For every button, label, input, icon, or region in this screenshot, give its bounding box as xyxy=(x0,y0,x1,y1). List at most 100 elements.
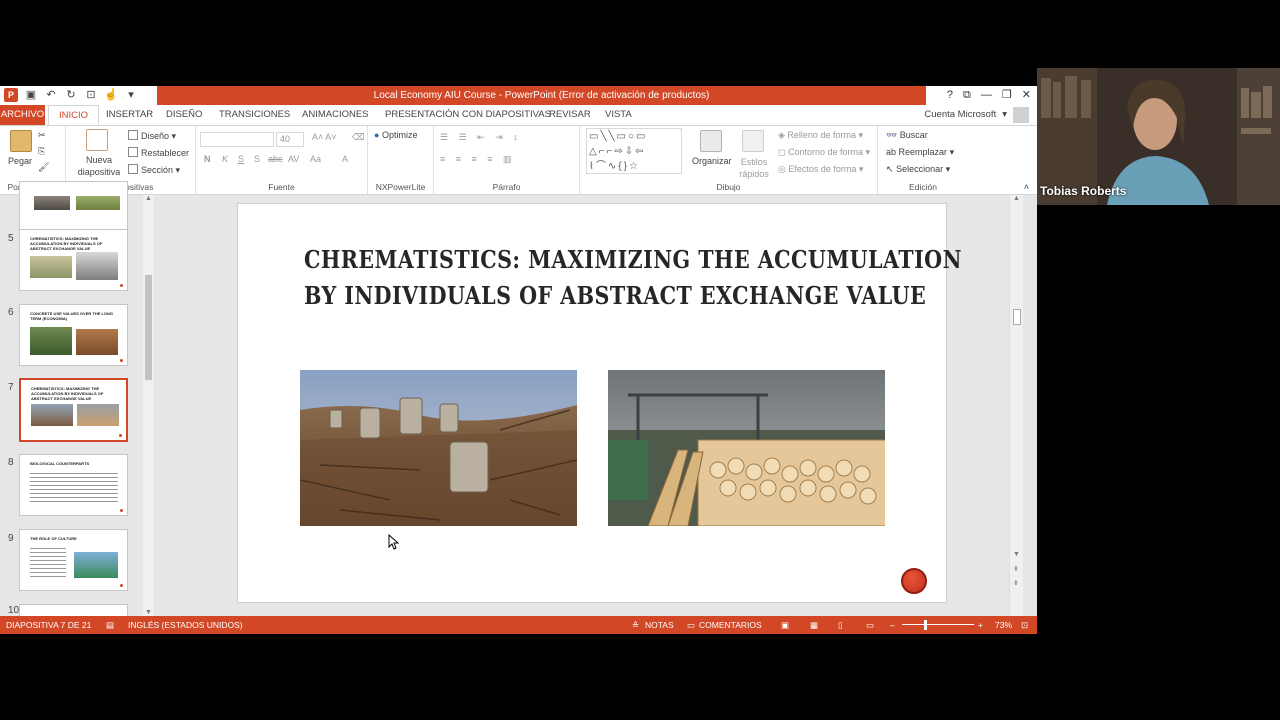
spellcheck-icon[interactable]: ▤ xyxy=(106,616,114,634)
repeat-icon[interactable]: ↻ xyxy=(64,88,78,102)
tab-diseno[interactable]: DISEÑO xyxy=(166,105,202,125)
reset-button[interactable]: Restablecer xyxy=(128,147,189,158)
tab-animaciones[interactable]: ANIMACIONES xyxy=(302,105,369,125)
shape-outline-label: Contorno de forma xyxy=(787,147,864,157)
comments-button[interactable]: COMENTARIOS xyxy=(699,616,762,634)
quick-styles-icon[interactable] xyxy=(742,130,764,152)
shadow-button[interactable]: S xyxy=(254,154,260,164)
font-name-box[interactable] xyxy=(200,132,274,147)
tab-archivo[interactable]: ARCHIVO xyxy=(0,105,45,125)
next-slide-icon[interactable]: ⇟ xyxy=(1013,579,1019,587)
italic-button[interactable]: K xyxy=(222,154,228,164)
tab-revisar[interactable]: REVISAR xyxy=(549,105,591,125)
new-slide-icon[interactable] xyxy=(86,129,108,151)
clear-format-icon[interactable]: ⌫ xyxy=(352,132,365,143)
list-buttons[interactable]: ☰ ☰ ⇤ ⇥ ↕ xyxy=(440,132,522,143)
copy-icon[interactable]: ⎘ xyxy=(38,146,45,157)
slide-thumbnail-9[interactable]: THE ROLE OF CULTURE xyxy=(19,529,128,591)
collapse-ribbon-icon[interactable]: ˄ xyxy=(1024,182,1029,192)
slide-image-clearcut[interactable] xyxy=(300,370,577,526)
shape-outline-button[interactable]: ◻ Contorno de forma ▾ xyxy=(778,147,870,158)
align-buttons[interactable]: ≡ ≡ ≡ ≡ ▥ xyxy=(440,154,516,165)
spacing-button[interactable]: AV xyxy=(288,154,299,164)
tab-inicio[interactable]: INICIO xyxy=(48,105,100,125)
slide-thumbnail-8[interactable]: BIOLOGICAL COUNTERPARTS xyxy=(19,454,128,516)
paste-icon[interactable] xyxy=(10,130,32,152)
new-slide-button[interactable]: Nueva diapositiva xyxy=(74,154,124,178)
zoom-slider-thumb[interactable] xyxy=(924,620,927,630)
font-color-button[interactable]: A xyxy=(342,154,348,164)
thumbnails-scrollbar[interactable]: ▲ ▼ xyxy=(143,195,154,616)
slide-title[interactable]: CHREMATISTICS: MAXIMIZING THE ACCUMULATI… xyxy=(304,242,961,314)
replace-button[interactable]: ab Reemplazar ▾ xyxy=(886,147,954,158)
tab-presentacion[interactable]: PRESENTACIÓN CON DIAPOSITIVAS xyxy=(385,105,551,125)
reading-view-icon[interactable]: ▯ xyxy=(838,616,843,634)
scroll-down-icon[interactable]: ▼ xyxy=(145,609,152,616)
format-painter-icon[interactable]: 🖌 xyxy=(38,162,49,173)
start-from-beginning-icon[interactable]: ⊡ xyxy=(84,88,98,102)
slide-thumbnail-6[interactable]: CONCRETE USE VALUES OVER THE LONG TERM (… xyxy=(19,304,128,366)
optimize-label: Optimize xyxy=(381,130,418,140)
scroll-up-icon[interactable]: ▲ xyxy=(1013,195,1020,202)
find-button[interactable]: 👓 Buscar xyxy=(886,130,928,141)
change-case-button[interactable]: Aa xyxy=(310,154,321,164)
help-button[interactable]: ? xyxy=(947,87,953,104)
touch-mode-icon[interactable]: ☝ xyxy=(104,88,118,102)
zoom-slider[interactable] xyxy=(902,624,974,625)
account-area[interactable]: Cuenta Microsoft ▾ xyxy=(924,105,1029,125)
thumb-marker xyxy=(120,509,123,512)
slideshow-icon[interactable]: ▭ xyxy=(866,616,874,634)
account-label[interactable]: Cuenta Microsoft xyxy=(924,105,996,125)
scroll-down-icon[interactable]: ▼ xyxy=(1013,551,1020,558)
optimize-icon: ● xyxy=(374,130,380,140)
slide-sorter-icon[interactable]: ▦ xyxy=(810,616,818,634)
font-size-box[interactable]: 40 xyxy=(276,132,304,147)
close-button[interactable]: ✕ xyxy=(1022,87,1031,104)
language-indicator[interactable]: INGLÉS (ESTADOS UNIDOS) xyxy=(128,616,243,634)
paste-button[interactable]: Pegar xyxy=(8,156,32,166)
previous-slide-icon[interactable]: ⇞ xyxy=(1013,565,1019,573)
minimize-button[interactable]: — xyxy=(981,87,992,104)
normal-view-icon[interactable]: ▣ xyxy=(781,616,789,634)
shapes-gallery[interactable]: ▭╲╲▭○▭ △⌐⌐⇨⇩⇦ ⌇⌒∿{}☆ xyxy=(586,128,682,174)
record-indicator-icon[interactable] xyxy=(901,568,927,594)
notes-button[interactable]: NOTAS xyxy=(645,616,674,634)
layout-button[interactable]: Diseño ▾ xyxy=(128,130,176,142)
slide-thumbnail-7[interactable]: CHREMATISTICS: MAXIMIZING THE ACCUMULATI… xyxy=(19,378,128,442)
scrollbar-thumb[interactable] xyxy=(1013,309,1021,325)
select-button[interactable]: ↖ Seleccionar ▾ xyxy=(886,164,950,175)
tab-insertar[interactable]: INSERTAR xyxy=(106,105,153,125)
customize-qat-icon[interactable]: ▾ xyxy=(124,88,138,102)
shape-fill-button[interactable]: ◈ Relleno de forma ▾ xyxy=(778,130,863,141)
zoom-level[interactable]: 73% xyxy=(995,616,1012,634)
tab-transiciones[interactable]: TRANSICIONES xyxy=(219,105,290,125)
optimize-button[interactable]: ● Optimize xyxy=(374,130,417,140)
tab-vista[interactable]: VISTA xyxy=(605,105,632,125)
quick-styles-button[interactable]: Estilos rápidos xyxy=(734,156,774,180)
arrange-icon[interactable] xyxy=(700,130,722,152)
thumb-title: BIOLOGICAL COUNTERPARTS xyxy=(30,461,90,466)
slide-thumbnail-5[interactable]: CHREMATISTICS: MAXIMIZING THE ACCUMULATI… xyxy=(19,229,128,291)
scrollbar-thumb[interactable] xyxy=(145,275,152,380)
underline-button[interactable]: S xyxy=(238,154,244,164)
undo-icon[interactable]: ↶ xyxy=(44,88,58,102)
ribbon-display-button[interactable]: ⧉ xyxy=(963,87,971,104)
group-edicion: 👓 Buscar ab Reemplazar ▾ ↖ Seleccionar ▾… xyxy=(878,126,968,194)
slide-image-sawmill[interactable] xyxy=(608,370,885,526)
maximize-button[interactable]: ❐ xyxy=(1002,87,1012,104)
bold-button[interactable]: N xyxy=(204,154,211,164)
strikethrough-button[interactable]: abc xyxy=(268,154,283,164)
scroll-up-icon[interactable]: ▲ xyxy=(145,195,152,202)
grow-font-icon[interactable]: A˄ A˅ xyxy=(312,132,337,142)
zoom-out-icon[interactable]: – xyxy=(890,616,895,634)
section-button[interactable]: Sección ▾ xyxy=(128,164,180,176)
save-icon[interactable]: ▣ xyxy=(24,88,38,102)
shape-effects-button[interactable]: ◎ Efectos de forma ▾ xyxy=(778,164,863,175)
thumb-marker xyxy=(119,434,122,437)
current-slide[interactable]: CHREMATISTICS: MAXIMIZING THE ACCUMULATI… xyxy=(237,203,961,603)
arrange-button[interactable]: Organizar xyxy=(692,156,732,166)
slide-scrollbar[interactable]: ▲ ▼ ⇞ ⇟ xyxy=(1009,195,1023,616)
fit-to-window-icon[interactable]: ⊡ xyxy=(1021,616,1028,634)
cut-icon[interactable]: ✂ xyxy=(38,130,46,141)
zoom-in-icon[interactable]: + xyxy=(978,616,983,634)
